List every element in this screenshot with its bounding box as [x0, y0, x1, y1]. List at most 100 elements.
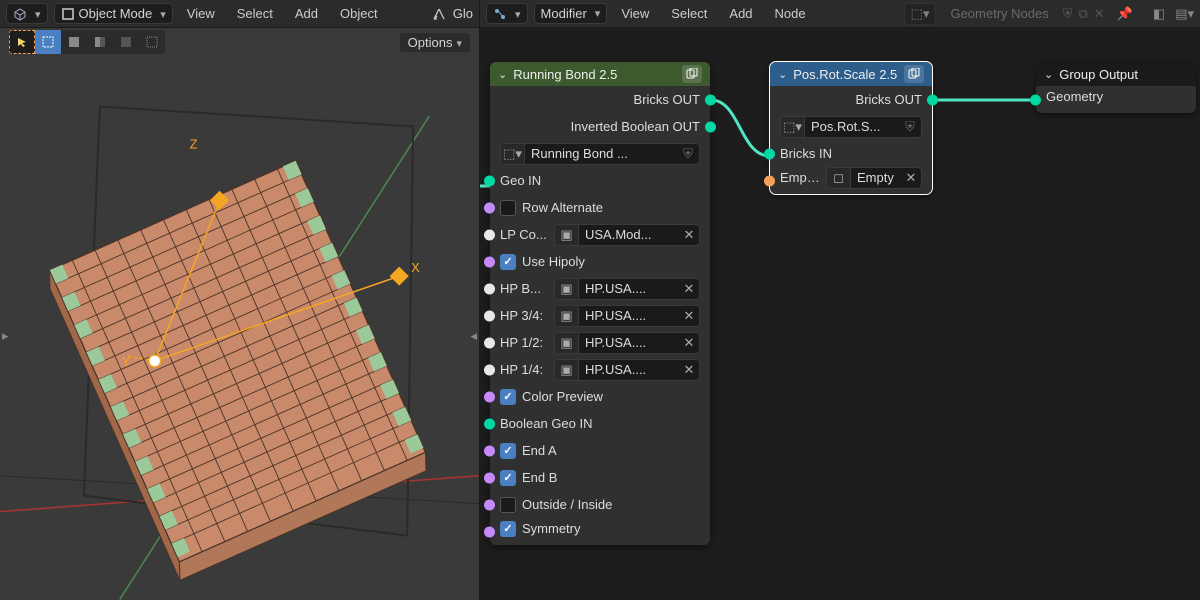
overlay-b-icon[interactable]: ▤▾ [1175, 6, 1194, 22]
viewport-header: Object Mode View Select Add Object Glo [0, 0, 479, 28]
overlay-a-icon[interactable]: ◧ [1153, 6, 1165, 22]
mode-label: Object Mode [79, 6, 153, 21]
node-running-bond[interactable]: ⌄ Running Bond 2.5 Bricks OUT Inverted B… [490, 62, 710, 545]
viewport-toolbar: Options [0, 28, 479, 56]
menu-add[interactable]: Add [287, 6, 326, 21]
node-group-output[interactable]: ⌄ Group Output Geometry [1036, 62, 1196, 113]
input-hp-34: HP 3/4:▣HP.USA....✕ [490, 302, 710, 329]
socket-boolean-geo-in: Boolean Geo IN [490, 410, 710, 437]
select-lasso-a[interactable] [87, 30, 113, 54]
socket-in[interactable] [484, 391, 495, 402]
socket-in[interactable] [764, 148, 775, 159]
menu-select[interactable]: Select [229, 6, 281, 21]
viewport-3d-pane: Object Mode View Select Add Object Glo O… [0, 0, 480, 600]
socket-in[interactable] [484, 526, 495, 537]
socket-out[interactable] [927, 94, 938, 105]
menu-view[interactable]: View [179, 6, 223, 21]
select-tweak[interactable] [9, 30, 35, 54]
node-tree-type[interactable]: Modifier [534, 3, 608, 24]
options-dropdown[interactable]: Options [399, 32, 471, 53]
checkbox[interactable] [500, 200, 516, 216]
node-header[interactable]: ⌄ Group Output [1036, 62, 1196, 86]
menu-node[interactable]: Node [767, 6, 814, 21]
socket-out[interactable] [705, 121, 716, 132]
shield-icon[interactable]: ⛨ [899, 119, 921, 135]
input-empty: Empt...◻Empty✕ [770, 167, 932, 194]
socket-in[interactable] [484, 202, 495, 213]
input-outside-inside: Outside / Inside [490, 491, 710, 518]
socket-in[interactable] [484, 499, 495, 510]
socket-out[interactable] [705, 94, 716, 105]
checkbox[interactable] [500, 443, 516, 459]
socket-in[interactable] [484, 364, 495, 375]
node-header[interactable]: ⌄ Running Bond 2.5 [490, 62, 710, 86]
editor-type-selector[interactable] [486, 3, 528, 24]
menu-object[interactable]: Object [332, 6, 386, 21]
checkbox[interactable] [500, 521, 516, 537]
socket-in[interactable] [484, 337, 495, 348]
socket-geometry: Geometry [1036, 86, 1196, 113]
input-hp-12: HP 1/2:▣HP.USA....✕ [490, 329, 710, 356]
object-mode-icon [61, 7, 75, 21]
pin-icon[interactable]: 📌 [1117, 6, 1133, 22]
clear-icon[interactable]: ✕ [679, 362, 699, 378]
sidebar-toggle-left[interactable]: ▸ [2, 328, 9, 344]
clear-icon[interactable]: ✕ [679, 227, 699, 243]
socket-in[interactable] [484, 418, 495, 429]
clear-icon[interactable]: ✕ [679, 335, 699, 351]
menu-add[interactable]: Add [721, 6, 760, 21]
socket-in[interactable] [484, 310, 495, 321]
workspace-label: Geometry Nodes [942, 6, 1056, 21]
clear-icon[interactable]: ✕ [679, 281, 699, 297]
menu-view[interactable]: View [613, 6, 657, 21]
collapse-icon[interactable]: ⌄ [1044, 68, 1053, 81]
socket-in[interactable] [484, 283, 495, 294]
node-header[interactable]: ⌄ Pos.Rot.Scale 2.5 [770, 62, 932, 86]
mode-selector[interactable]: Object Mode [54, 3, 173, 24]
nodegroup-icon: ⬚▾ [501, 144, 525, 164]
menu-select[interactable]: Select [663, 6, 715, 21]
duplicate-icon[interactable]: ⧉ [1079, 6, 1088, 22]
checkbox[interactable] [500, 254, 516, 270]
checkbox[interactable] [500, 497, 516, 513]
socket-in[interactable] [764, 175, 775, 186]
checkbox[interactable] [500, 389, 516, 405]
select-lasso-b[interactable] [113, 30, 139, 54]
node-options-icon[interactable] [682, 65, 702, 83]
node-canvas[interactable]: ⌄ Running Bond 2.5 Bricks OUT Inverted B… [480, 28, 1200, 600]
select-lasso-c[interactable] [139, 30, 165, 54]
node-options-icon[interactable] [904, 65, 924, 83]
collapse-icon[interactable]: ⌄ [778, 68, 787, 81]
collection-icon: ▣ [555, 279, 579, 299]
socket-bricks-out: Bricks OUT [770, 86, 932, 113]
clear-icon[interactable]: ✕ [679, 308, 699, 324]
input-end-b: End B [490, 464, 710, 491]
select-box[interactable] [35, 30, 61, 54]
socket-in[interactable] [484, 175, 495, 186]
nodegroup-browse[interactable]: ⬚▾ [904, 3, 937, 25]
collection-icon: ▣ [555, 360, 579, 380]
clear-icon[interactable]: ✕ [901, 170, 921, 186]
editor-type-selector[interactable] [6, 3, 48, 24]
checkbox[interactable] [500, 470, 516, 486]
shield-icon[interactable]: ⛨ [1063, 6, 1073, 22]
node-pos-rot-scale[interactable]: ⌄ Pos.Rot.Scale 2.5 Bricks OUT ⬚▾Pos.Rot… [770, 62, 932, 194]
shield-icon[interactable]: ⛨ [677, 146, 699, 162]
chevron-down-icon [31, 6, 41, 21]
input-use-hipoly: Use Hipoly [490, 248, 710, 275]
socket-inverted-boolean-out: Inverted Boolean OUT [490, 113, 710, 140]
socket-in[interactable] [484, 445, 495, 456]
socket-in[interactable] [1030, 94, 1041, 105]
nodegroup-icon: ⬚▾ [911, 6, 930, 22]
sidebar-toggle-right[interactable]: ◂ [470, 328, 477, 344]
socket-in[interactable] [484, 472, 495, 483]
viewport-3d[interactable]: Z X Y ▸ ◂ [0, 56, 479, 600]
close-icon[interactable]: ✕ [1094, 6, 1105, 22]
gizmo-z-label: Z [190, 136, 198, 151]
orientation-icon[interactable] [431, 6, 447, 22]
collapse-icon[interactable]: ⌄ [498, 68, 507, 81]
socket-in[interactable] [484, 256, 495, 267]
socket-in[interactable] [484, 229, 495, 240]
select-circle[interactable] [61, 30, 87, 54]
gizmo-y-label: Y [122, 354, 131, 369]
